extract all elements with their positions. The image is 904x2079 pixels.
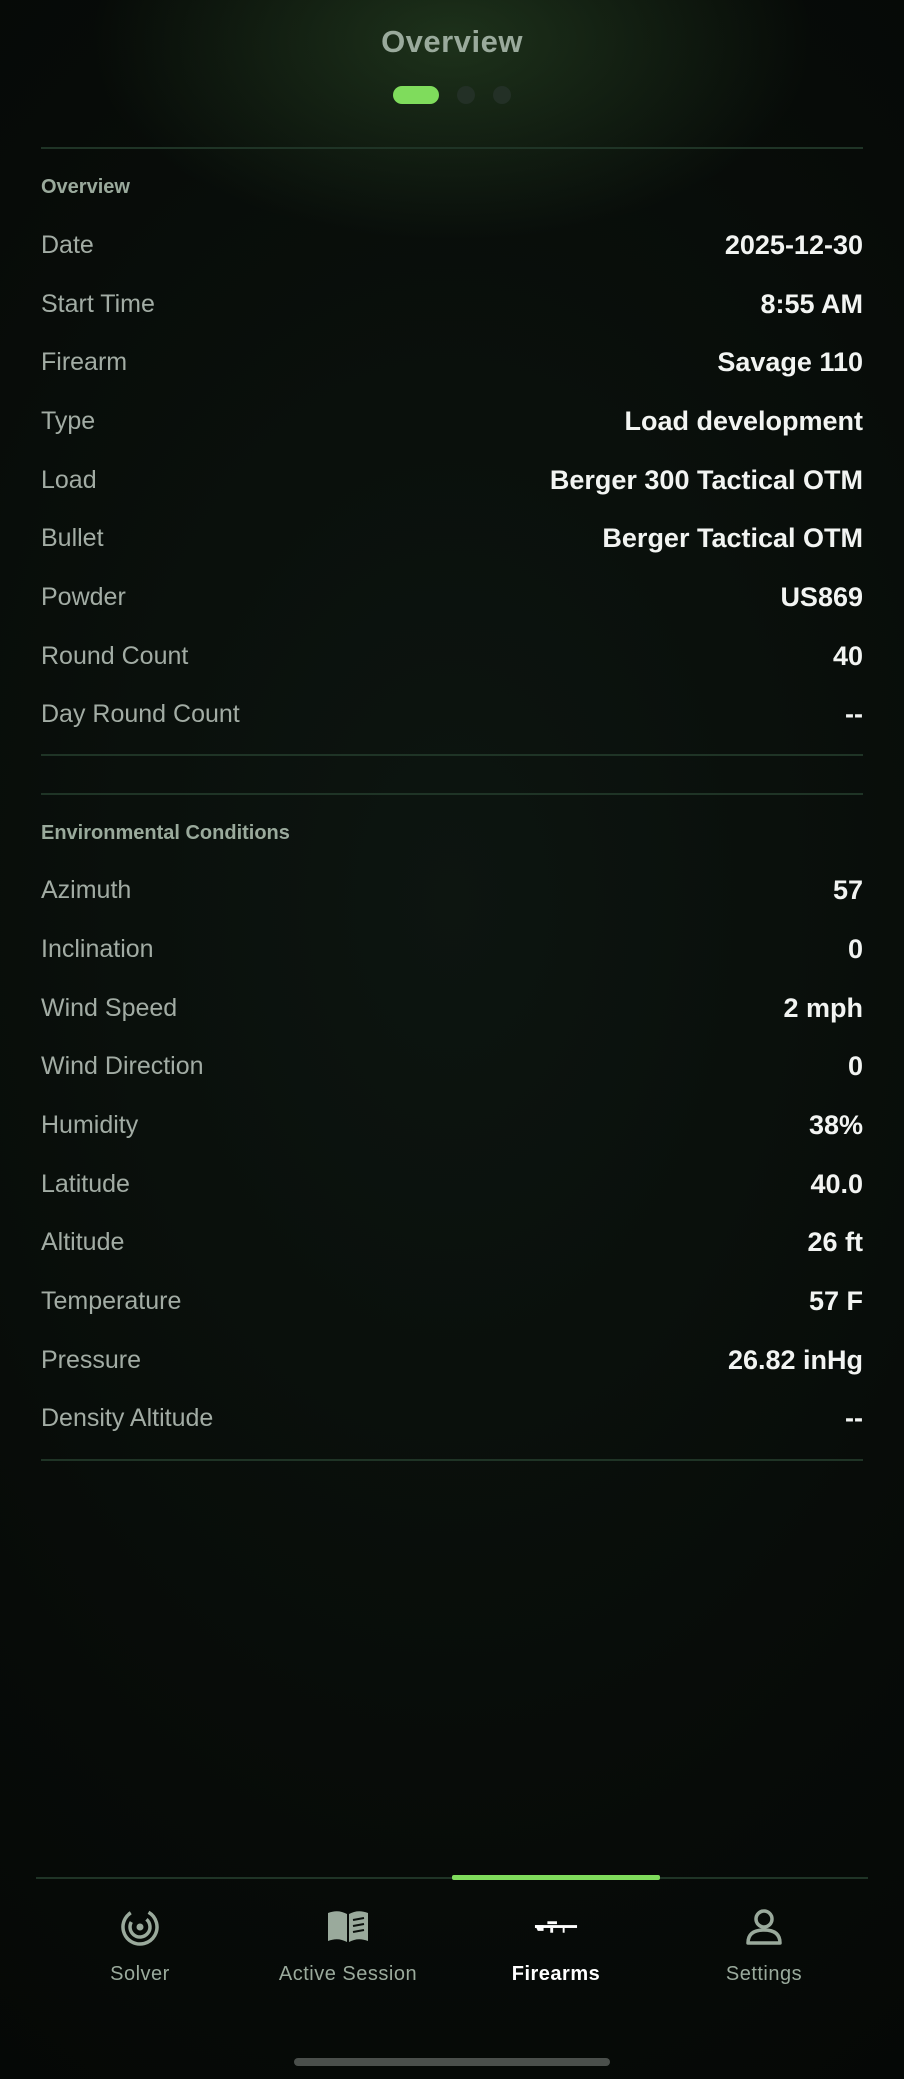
row-label: Wind Speed <box>41 993 178 1022</box>
row-value: 8:55 AM <box>760 288 863 319</box>
section-title-overview: Overview <box>41 176 130 198</box>
env-row-altitude: Altitude 26 ft <box>41 1222 863 1262</box>
env-row-azimuth: Azimuth 57 <box>41 870 863 910</box>
row-value: 26.82 inHg <box>727 1344 863 1375</box>
row-label: Pressure <box>41 1345 142 1374</box>
row-value: 40.0 <box>810 1168 863 1199</box>
page-dot-2[interactable] <box>457 86 475 104</box>
env-row-pressure: Pressure 26.82 inHg <box>41 1340 863 1380</box>
page-indicator[interactable] <box>0 86 904 104</box>
row-label: Day Round Count <box>41 699 240 728</box>
solver-icon <box>118 1905 162 1949</box>
row-label: Powder <box>41 582 126 611</box>
page-title: Overview <box>381 24 523 59</box>
nav-label: Active Session <box>278 1963 418 1985</box>
overview-row-day-round-count: Day Round Count -- <box>41 694 863 734</box>
overview-row-start-time: Start Time 8:55 AM <box>41 284 863 324</box>
row-label: Wind Direction <box>41 1051 204 1080</box>
divider <box>41 793 863 795</box>
row-value: 26 ft <box>807 1226 863 1257</box>
env-row-wind-direction: Wind Direction 0 <box>41 1046 863 1086</box>
rifle-icon <box>534 1905 578 1949</box>
nav-label: Settings <box>725 1963 803 1985</box>
nav-tab-settings[interactable]: Settings <box>660 1879 868 2009</box>
page-dot-3[interactable] <box>493 86 511 104</box>
overview-row-type: Type Load development <box>41 401 863 441</box>
row-label: Altitude <box>41 1227 125 1256</box>
nav-tab-active-session[interactable]: Active Session <box>244 1879 452 2009</box>
env-row-temperature: Temperature 57 F <box>41 1281 863 1321</box>
row-value: 38% <box>808 1109 863 1140</box>
overview-row-firearm: Firearm Savage 110 <box>41 342 863 382</box>
row-value: 57 F <box>808 1285 863 1316</box>
divider <box>41 1459 863 1461</box>
row-label: Date <box>41 230 94 259</box>
nav-label: Solver <box>110 1963 170 1985</box>
row-label: Firearm <box>41 347 128 376</box>
row-value: Load development <box>624 405 863 436</box>
row-label: Density Altitude <box>41 1403 214 1432</box>
overview-row-load: Load Berger 300 Tactical OTM <box>41 460 863 500</box>
row-value: Berger Tactical OTM <box>602 522 863 553</box>
row-label: Azimuth <box>41 875 132 904</box>
row-value: US869 <box>780 581 863 612</box>
divider <box>41 754 863 756</box>
env-row-density-altitude: Density Altitude -- <box>41 1398 863 1438</box>
row-value: 0 <box>847 1050 863 1081</box>
overview-row-bullet: Bullet Berger Tactical OTM <box>41 518 863 558</box>
row-label: Start Time <box>41 289 155 318</box>
row-value: -- <box>845 698 863 729</box>
divider <box>41 147 863 149</box>
header: Overview <box>0 0 904 148</box>
home-indicator[interactable] <box>294 2058 610 2066</box>
user-icon <box>742 1905 786 1949</box>
row-label: Bullet <box>41 523 104 552</box>
row-label: Load <box>41 465 97 494</box>
row-value: 2025-12-30 <box>724 229 863 260</box>
nav-tab-solver[interactable]: Solver <box>36 1879 244 2009</box>
env-row-humidity: Humidity 38% <box>41 1105 863 1145</box>
row-label: Humidity <box>41 1110 139 1139</box>
row-value: 0 <box>847 933 863 964</box>
row-value: Berger 300 Tactical OTM <box>549 464 863 495</box>
page-dot-1[interactable] <box>393 86 439 104</box>
screen: Overview Overview Date 2025-12-30 Start … <box>0 0 904 2079</box>
row-value: 2 mph <box>783 992 863 1023</box>
nav-tab-firearms[interactable]: Firearms <box>452 1879 660 2009</box>
section-title-environment: Environmental Conditions <box>41 822 290 844</box>
row-value: Savage 110 <box>717 346 863 377</box>
bottom-nav: Solver Active Session Firearms Settings <box>36 1875 868 2017</box>
env-row-latitude: Latitude 40.0 <box>41 1164 863 1204</box>
row-value: 57 <box>832 874 863 905</box>
env-row-inclination: Inclination 0 <box>41 929 863 969</box>
row-label: Round Count <box>41 641 189 670</box>
row-value: 40 <box>832 640 863 671</box>
row-label: Temperature <box>41 1286 182 1315</box>
book-icon <box>326 1905 370 1949</box>
nav-label: Firearms <box>511 1963 601 1985</box>
row-label: Inclination <box>41 934 154 963</box>
overview-row-round-count: Round Count 40 <box>41 636 863 676</box>
row-label: Type <box>41 406 96 435</box>
overview-row-date: Date 2025-12-30 <box>41 225 863 265</box>
env-row-wind-speed: Wind Speed 2 mph <box>41 988 863 1028</box>
row-value: -- <box>845 1402 863 1433</box>
overview-row-powder: Powder US869 <box>41 577 863 617</box>
row-label: Latitude <box>41 1169 130 1198</box>
